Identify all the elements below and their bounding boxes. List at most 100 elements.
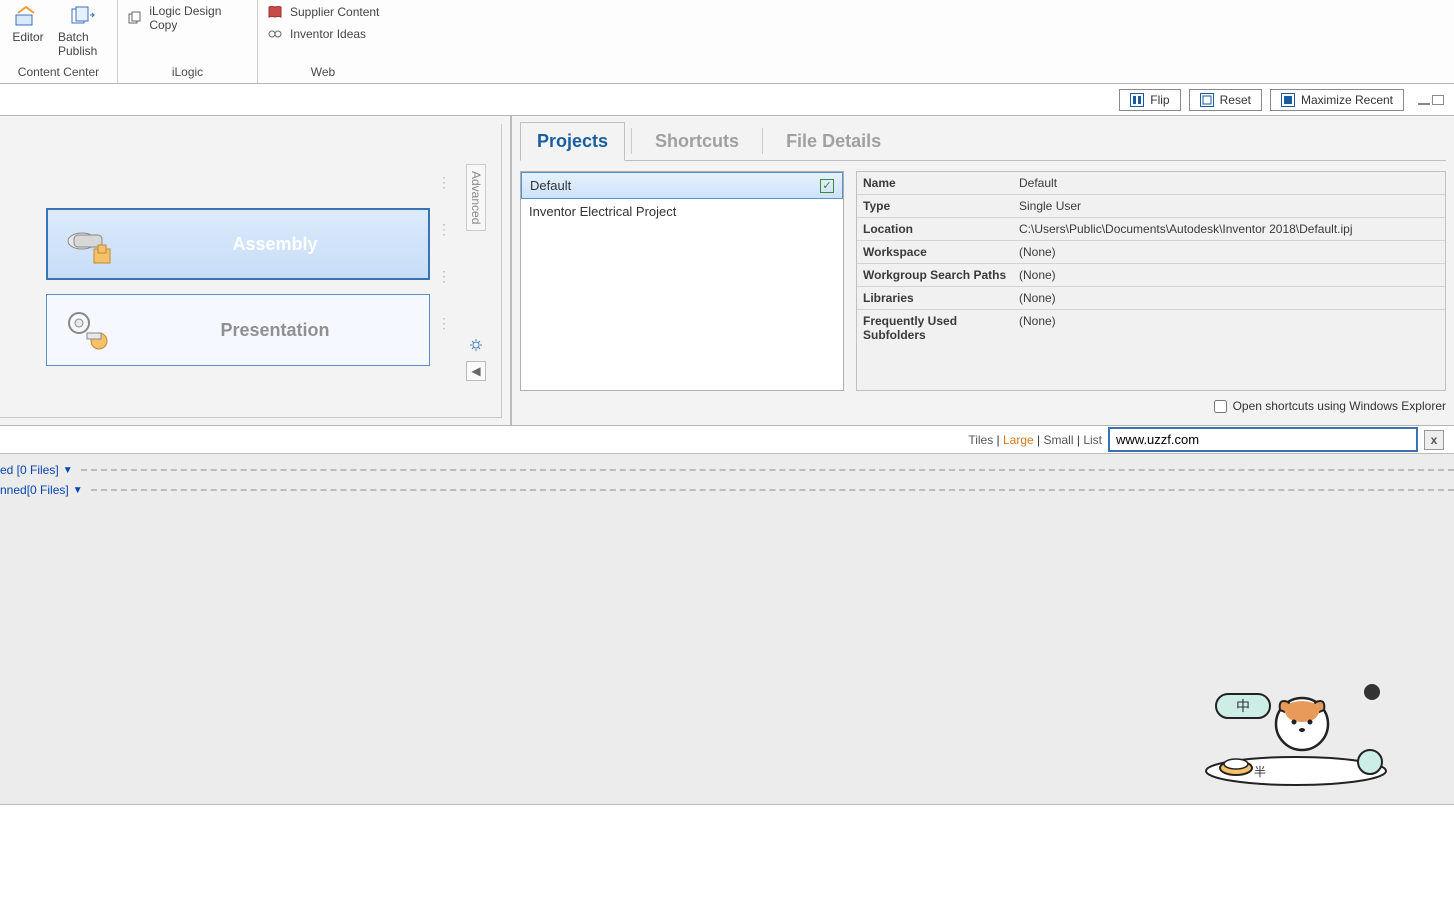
ribbon-group-web: Supplier Content Inventor Ideas Web [258, 0, 388, 83]
assembly-icon [62, 219, 122, 269]
supplier-content-label: Supplier Content [290, 5, 379, 19]
group-divider [81, 469, 1454, 471]
ilogic-design-copy-label: iLogic Design Copy [149, 4, 249, 32]
recent-files-area: Tiles | Large | Small | List x ed [0 Fil… [0, 426, 1454, 874]
drag-dots: ⋮⋮⋮⋮ [437, 174, 453, 332]
batch-publish-icon [66, 4, 98, 28]
footer-bar [0, 804, 1454, 874]
maximize-label: Maximize Recent [1301, 93, 1393, 107]
advanced-toggle[interactable]: Advanced [466, 164, 486, 231]
ribbon-group-label-content-center: Content Center [8, 65, 109, 83]
tile-assembly[interactable]: Assembly [46, 208, 430, 280]
property-row: Frequently Used Subfolders(None) [857, 310, 1445, 346]
property-row: TypeSingle User [857, 195, 1445, 218]
tab-shortcuts[interactable]: Shortcuts [638, 122, 756, 160]
view-small[interactable]: Small [1044, 433, 1074, 447]
property-key: Frequently Used Subfolders [857, 310, 1013, 346]
ribbon-group-content-center: Editor Batch Publish Content Center [0, 0, 118, 83]
property-row: Libraries(None) [857, 287, 1445, 310]
clear-search-button[interactable]: x [1424, 430, 1444, 450]
property-value: C:\Users\Public\Documents\Autodesk\Inven… [1013, 218, 1445, 240]
view-mode-links: Tiles | Large | Small | List [968, 433, 1102, 447]
property-row: Workgroup Search Paths(None) [857, 264, 1445, 287]
flip-label: Flip [1150, 93, 1169, 107]
open-shortcuts-label: Open shortcuts using Windows Explorer [1233, 399, 1446, 413]
flip-button[interactable]: Flip [1119, 89, 1180, 111]
property-value: Default [1013, 172, 1445, 194]
project-list: Default ✓ Inventor Electrical Project [520, 171, 844, 391]
mascot-image: 中 半 [1196, 676, 1396, 786]
file-group-row[interactable]: ed [0 Files] ▼ [0, 460, 1454, 480]
window-restore-icon[interactable] [1432, 95, 1444, 105]
check-icon: ✓ [820, 179, 834, 193]
svg-text:半: 半 [1254, 765, 1266, 779]
collapse-arrow-icon[interactable]: ◀ [466, 361, 486, 381]
view-list[interactable]: List [1083, 433, 1102, 447]
view-large[interactable]: Large [1003, 433, 1034, 447]
project-item-default[interactable]: Default ✓ [521, 172, 843, 199]
ideas-icon [266, 26, 284, 42]
view-bar: Tiles | Large | Small | List x [0, 426, 1454, 454]
reset-icon [1200, 93, 1214, 107]
property-value: (None) [1013, 287, 1445, 309]
book-icon [266, 4, 284, 20]
ribbon-group-label-ilogic: iLogic [126, 65, 249, 83]
chevron-down-icon: ▼ [73, 485, 83, 496]
property-row: LocationC:\Users\Public\Documents\Autode… [857, 218, 1445, 241]
tile-presentation[interactable]: Presentation [46, 294, 430, 366]
property-key: Name [857, 172, 1013, 194]
presentation-icon [61, 305, 121, 355]
tabs: Projects Shortcuts File Details [520, 122, 1446, 161]
property-key: Type [857, 195, 1013, 217]
search-input[interactable] [1108, 427, 1418, 452]
supplier-content-link[interactable]: Supplier Content [266, 4, 380, 20]
tab-file-details[interactable]: File Details [769, 122, 898, 160]
tile-assembly-label: Assembly [136, 234, 414, 255]
group-divider [91, 489, 1454, 491]
tab-separator [631, 128, 632, 154]
inventor-ideas-link[interactable]: Inventor Ideas [266, 26, 380, 42]
batch-publish-label: Batch Publish [58, 30, 105, 58]
ribbon-group-ilogic: iLogic Design Copy iLogic [118, 0, 258, 83]
svg-text:中: 中 [1236, 698, 1250, 714]
file-group-label: ed [0 Files] [0, 463, 59, 477]
property-key: Workgroup Search Paths [857, 264, 1013, 286]
gear-icon[interactable] [468, 337, 484, 353]
property-row: NameDefault [857, 172, 1445, 195]
tile-presentation-label: Presentation [135, 320, 415, 341]
project-name: Default [530, 178, 571, 193]
batch-publish-button[interactable]: Batch Publish [54, 2, 109, 60]
property-key: Libraries [857, 287, 1013, 309]
open-shortcuts-checkbox[interactable] [1214, 400, 1227, 413]
ilogic-design-copy-link[interactable]: iLogic Design Copy [126, 4, 249, 32]
property-row: Workspace(None) [857, 241, 1445, 264]
project-name: Inventor Electrical Project [529, 204, 676, 219]
reset-button[interactable]: Reset [1189, 89, 1262, 111]
reset-label: Reset [1220, 93, 1251, 107]
project-item-electrical[interactable]: Inventor Electrical Project [521, 199, 843, 224]
flip-icon [1130, 93, 1144, 107]
file-groups: ed [0 Files] ▼ nned[0 Files] ▼ [0, 454, 1454, 500]
file-group-label: nned[0 Files] [0, 483, 69, 497]
property-value: (None) [1013, 310, 1445, 346]
property-value: (None) [1013, 241, 1445, 263]
window-min-icon[interactable] [1418, 95, 1430, 105]
ribbon-group-label-web: Web [266, 65, 380, 83]
property-value: Single User [1013, 195, 1445, 217]
toolbar: Flip Reset Maximize Recent [0, 84, 1454, 116]
property-key: Location [857, 218, 1013, 240]
maximize-icon [1281, 93, 1295, 107]
property-table: NameDefault TypeSingle User LocationC:\U… [856, 171, 1446, 391]
chevron-down-icon: ▼ [63, 465, 73, 476]
maximize-recent-button[interactable]: Maximize Recent [1270, 89, 1404, 111]
shortcut-option: Open shortcuts using Windows Explorer [520, 399, 1446, 413]
inventor-ideas-label: Inventor Ideas [290, 27, 366, 41]
projects-panel: Projects Shortcuts File Details Default … [512, 116, 1454, 425]
file-group-row[interactable]: nned[0 Files] ▼ [0, 480, 1454, 500]
editor-button[interactable]: Editor [8, 2, 48, 46]
view-tiles[interactable]: Tiles [968, 433, 993, 447]
editor-icon [12, 4, 44, 28]
new-file-panel: ⋮⋮⋮⋮ Assembly Presentation Advanced [0, 116, 512, 425]
tab-projects[interactable]: Projects [520, 122, 625, 161]
window-controls [1418, 95, 1444, 105]
